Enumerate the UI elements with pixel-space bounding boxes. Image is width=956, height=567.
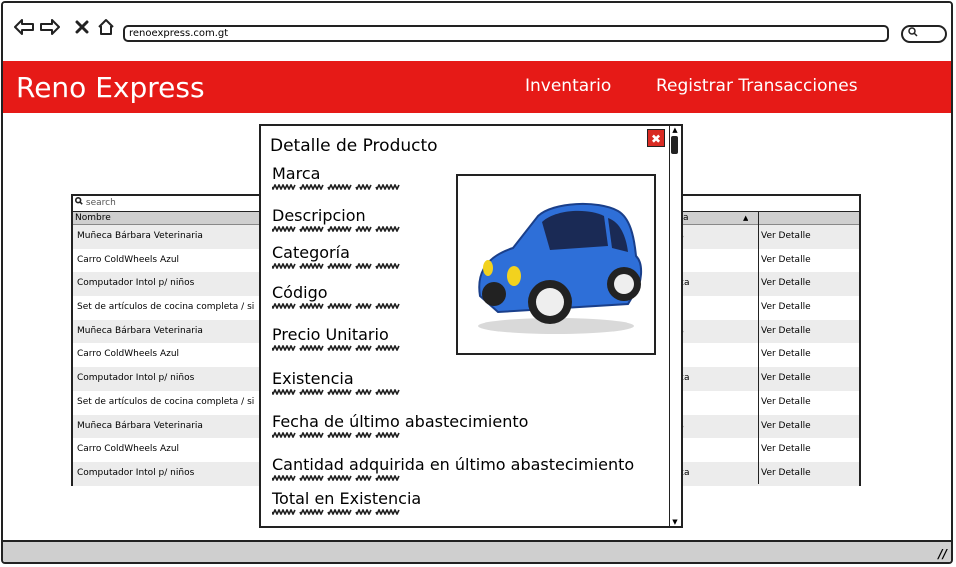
field-label: Categoría xyxy=(272,243,350,262)
forward-arrow-icon[interactable] xyxy=(39,16,61,38)
ver-detalle-link[interactable]: Ver Detalle xyxy=(761,415,811,438)
ver-detalle-link[interactable]: Ver Detalle xyxy=(761,343,811,366)
resize-grip-icon[interactable]: // xyxy=(938,547,947,561)
ver-detalle-link[interactable]: Ver Detalle xyxy=(761,320,811,343)
header-nombre[interactable]: Nombre xyxy=(75,212,111,224)
browser-toolbar: renoexpress.com.gt xyxy=(3,3,951,61)
cell-nombre: Set de artículos de cocina completa / si xyxy=(77,302,255,313)
detail-field: Cantidad adquirida en último abastecimie… xyxy=(272,455,634,481)
cell-nombre: Set de artículos de cocina completa / si xyxy=(77,396,255,407)
field-value-placeholder xyxy=(272,432,400,438)
field-label: Existencia xyxy=(272,369,354,388)
detail-field: Descripcion xyxy=(272,206,402,232)
detail-field: Fecha de último abastecimiento xyxy=(272,412,528,438)
close-icon[interactable]: ✖ xyxy=(647,129,665,147)
ver-detalle-link[interactable]: Ver Detalle xyxy=(761,249,811,272)
browser-search-button[interactable] xyxy=(901,25,947,43)
cell-nombre: Computador Intol p/ niños xyxy=(77,373,195,384)
field-value-placeholder xyxy=(272,303,400,309)
ver-detalle-link[interactable]: Ver Detalle xyxy=(761,225,811,248)
detail-field: Total en Existencia xyxy=(272,489,421,515)
scroll-down-icon[interactable]: ▼ xyxy=(671,518,679,526)
ver-detalle-link[interactable]: Ver Detalle xyxy=(761,272,811,295)
header-categoria[interactable]: a xyxy=(683,212,689,224)
url-bar[interactable]: renoexpress.com.gt xyxy=(123,25,889,42)
scroll-thumb[interactable] xyxy=(671,136,678,154)
cell-nombre: Carro ColdWheels Azul xyxy=(77,444,180,455)
field-value-placeholder xyxy=(272,389,400,395)
search-icon xyxy=(908,27,918,40)
detail-field: Categoría xyxy=(272,243,402,269)
field-value-placeholder xyxy=(272,263,400,269)
field-value-placeholder xyxy=(272,475,400,481)
ver-detalle-link[interactable]: Ver Detalle xyxy=(761,462,811,485)
scroll-up-icon[interactable]: ▲ xyxy=(671,126,679,134)
close-x-icon[interactable] xyxy=(71,16,93,38)
cell-nombre: Carro ColdWheels Azul xyxy=(77,349,180,360)
field-label: Marca xyxy=(272,164,321,183)
modal-title: Detalle de Producto xyxy=(270,136,438,156)
blue-toy-car-image xyxy=(456,174,656,355)
home-icon[interactable] xyxy=(95,16,117,38)
back-arrow-icon[interactable] xyxy=(13,16,35,38)
field-label: Total en Existencia xyxy=(272,489,422,508)
ver-detalle-link[interactable]: Ver Detalle xyxy=(761,391,811,414)
field-label: Descripcion xyxy=(272,206,366,225)
nav-registrar-transacciones[interactable]: Registrar Transacciones xyxy=(656,76,858,96)
cell-nombre: Carro ColdWheels Azul xyxy=(77,254,180,265)
search-icon xyxy=(75,197,86,208)
ver-detalle-link[interactable]: Ver Detalle xyxy=(761,367,811,390)
ver-detalle-link[interactable]: Ver Detalle xyxy=(761,296,811,319)
cell-nombre: Muñeca Bárbara Veterinaria xyxy=(77,231,203,241)
url-text: renoexpress.com.gt xyxy=(129,28,229,39)
cell-nombre: Computador Intol p/ niños xyxy=(77,467,195,478)
field-label: Cantidad adquirida en último abastecimie… xyxy=(272,455,635,474)
field-value-placeholder xyxy=(272,226,400,232)
app-header: Reno Express Inventario Registrar Transa… xyxy=(3,61,951,113)
cell-nombre: Muñeca Bárbara Veterinaria xyxy=(77,420,203,431)
search-placeholder: search xyxy=(85,198,116,208)
detail-field: Código xyxy=(272,283,402,309)
sort-asc-icon[interactable]: ▲ xyxy=(743,212,748,224)
nav-inventario[interactable]: Inventario xyxy=(525,76,611,96)
field-label: Fecha de último abastecimiento xyxy=(272,412,529,431)
cell-nombre: Muñeca Bárbara Veterinaria xyxy=(77,325,203,336)
modal-scrollbar[interactable]: ▲ ▼ xyxy=(669,126,681,526)
field-label: Precio Unitario xyxy=(272,325,389,344)
brand-title: Reno Express xyxy=(16,71,205,104)
detail-field: Existencia xyxy=(272,369,402,395)
field-value-placeholder xyxy=(272,184,400,190)
field-value-placeholder xyxy=(272,509,400,515)
column-divider xyxy=(758,211,759,484)
field-label: Código xyxy=(272,283,328,302)
ver-detalle-link[interactable]: Ver Detalle xyxy=(761,438,811,461)
detail-field: Precio Unitario xyxy=(272,325,402,351)
detail-field: Marca xyxy=(272,164,402,190)
status-bar: // xyxy=(3,540,951,562)
browser-window: renoexpress.com.gt Reno Express Inventar… xyxy=(1,1,953,564)
field-value-placeholder xyxy=(272,345,400,351)
product-detail-modal: Detalle de Producto ✖ ▲ ▼ Marca Descripci… xyxy=(259,124,683,528)
cell-nombre: Computador Intol p/ niños xyxy=(77,278,195,289)
